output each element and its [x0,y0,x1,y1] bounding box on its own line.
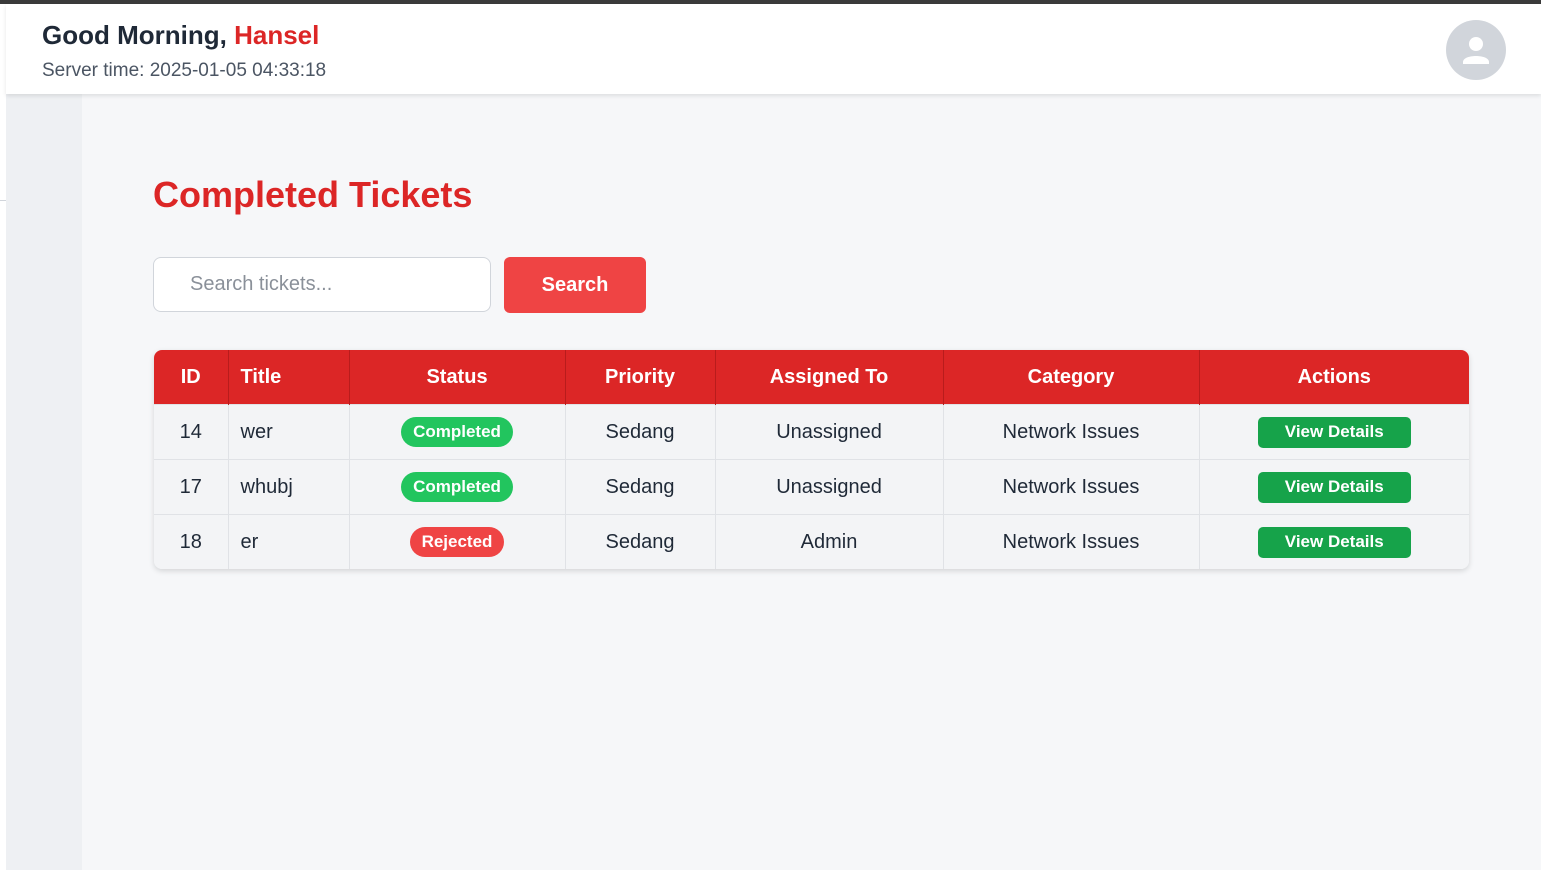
column-header-category: Category [943,350,1200,405]
table-header-row: ID Title Status Priority Assigned To Cat… [154,350,1469,405]
column-header-actions: Actions [1199,350,1469,405]
ticket-priority: Sedang [565,404,716,460]
ticket-assigned-to: Unassigned [715,459,944,515]
avatar[interactable] [1446,20,1506,80]
ticket-assigned-to: Unassigned [715,404,944,460]
status-badge: Completed [401,417,513,447]
ticket-priority: Sedang [565,459,716,515]
ticket-title: er [228,514,350,569]
column-header-title: Title [228,350,350,405]
sidebar [6,94,82,870]
tickets-table: ID Title Status Priority Assigned To Cat… [154,350,1469,569]
ticket-assigned-to: Admin [715,514,944,569]
column-header-id: ID [154,350,229,405]
ticket-priority: Sedang [565,514,716,569]
column-header-status: Status [349,350,566,405]
table-row: 14 wer Completed Sedang Unassigned Netwo… [154,404,1469,460]
status-badge: Completed [401,472,513,502]
ticket-status-cell: Completed [349,404,566,460]
greeting: Good Morning, Hansel [42,20,319,51]
ticket-id: 18 [154,514,229,569]
ticket-actions-cell: View Details [1199,404,1469,460]
top-header: Good Morning, Hansel Server time: 2025-0… [6,4,1541,94]
table-row: 18 er Rejected Sedang Admin Network Issu… [154,514,1469,569]
user-icon [1463,37,1489,64]
search-button[interactable]: Search [504,257,646,313]
ticket-title: whubj [228,459,350,515]
view-details-button[interactable]: View Details [1257,416,1411,448]
ticket-title: wer [228,404,350,460]
ticket-id: 14 [154,404,229,460]
greeting-prefix: Good Morning, [42,20,235,50]
user-name: Hansel [234,20,320,50]
ticket-status-cell: Rejected [349,514,566,569]
status-badge: Rejected [409,527,505,557]
column-header-assigned-to: Assigned To [715,350,944,405]
table-row: 17 whubj Completed Sedang Unassigned Net… [154,459,1469,515]
ticket-actions-cell: View Details [1199,459,1469,515]
view-details-button[interactable]: View Details [1257,471,1411,503]
page-title: Completed Tickets [153,174,473,215]
column-header-priority: Priority [565,350,716,405]
ticket-category: Network Issues [943,514,1200,569]
ticket-category: Network Issues [943,404,1200,460]
ticket-category: Network Issues [943,459,1200,515]
server-time: Server time: 2025-01-05 04:33:18 [42,60,327,81]
ticket-actions-cell: View Details [1199,514,1469,569]
ticket-id: 17 [154,459,229,515]
main-content: Completed Tickets Search ID Title Status… [82,94,1541,870]
search-input[interactable] [153,257,491,312]
ticket-status-cell: Completed [349,459,566,515]
view-details-button[interactable]: View Details [1257,526,1411,558]
